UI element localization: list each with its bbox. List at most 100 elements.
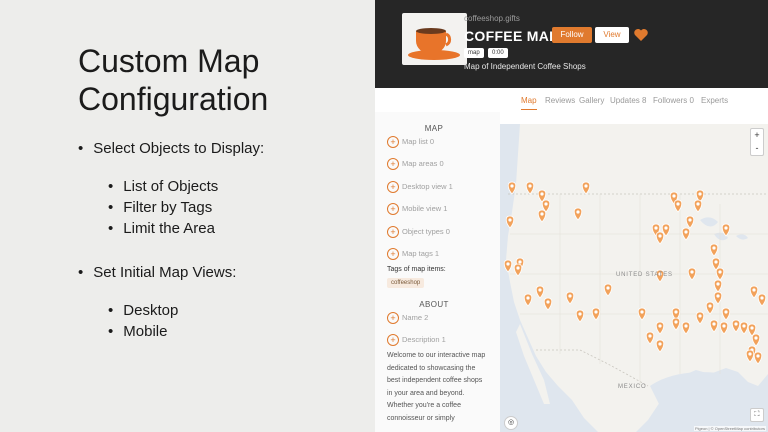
map-marker-icon[interactable] <box>505 215 515 229</box>
map-marker-icon[interactable] <box>655 321 665 335</box>
map-marker-icon[interactable] <box>709 243 719 257</box>
active-tab-indicator <box>521 109 537 110</box>
tags-label: Tags of map items: <box>387 266 446 273</box>
map-marker-icon[interactable] <box>671 317 681 331</box>
map-marker-icon[interactable] <box>681 227 691 241</box>
tab-bar: Map Reviews Gallery Updates 8 Followers … <box>375 88 768 112</box>
bullet-filter-tags: Filter by Tags <box>108 199 212 216</box>
bullet-list-objects: List of Objects <box>108 178 218 195</box>
sidebar-item-desktop-view[interactable]: + Desktop view 1 <box>387 181 453 194</box>
map-marker-icon[interactable] <box>645 331 655 345</box>
map-marker-icon[interactable] <box>673 199 683 213</box>
map-marker-icon[interactable] <box>535 285 545 299</box>
map-marker-icon[interactable] <box>709 319 719 333</box>
sidebar-item-object-types[interactable]: + Object types 0 <box>387 226 450 239</box>
map-subtitle: Map of Independent Coffee Shops <box>464 62 586 71</box>
follow-button[interactable]: Follow <box>552 27 592 43</box>
sidebar-item-map-tags[interactable]: + Map tags 1 <box>387 248 439 261</box>
map-marker-icon[interactable] <box>537 209 547 223</box>
sidebar-item-map-areas[interactable]: + Map areas 0 <box>387 158 444 171</box>
map-app: coffeeshop.gifts COFFEE MAP Follow View … <box>375 0 768 432</box>
map-marker-icon[interactable] <box>721 223 731 237</box>
slide-panel: Custom Map Configuration Select Objects … <box>0 0 375 432</box>
plus-icon: + <box>387 158 399 171</box>
heart-icon[interactable] <box>633 27 649 43</box>
map-marker-icon[interactable] <box>603 283 613 297</box>
sidebar-item-map-list[interactable]: + Map list 0 <box>387 136 434 149</box>
map-marker-icon[interactable] <box>685 215 695 229</box>
plus-icon: + <box>387 312 399 325</box>
map-marker-icon[interactable] <box>637 307 647 321</box>
sidebar-map-heading: MAP <box>424 124 444 133</box>
map-marker-icon[interactable] <box>575 309 585 323</box>
sidebar-item-mobile-view[interactable]: + Mobile view 1 <box>387 203 447 216</box>
description-text: Welcome to our interactive map dedicated… <box>387 352 486 422</box>
map-marker-icon[interactable] <box>581 181 591 195</box>
sidebar-item-name[interactable]: + Name 2 <box>387 312 428 325</box>
plus-icon: + <box>387 181 399 194</box>
map-marker-icon[interactable] <box>731 319 741 333</box>
tab-updates[interactable]: Updates 8 <box>610 96 646 105</box>
map-marker-icon[interactable] <box>719 321 729 335</box>
zoom-in-button[interactable]: + <box>751 129 763 142</box>
bullet-limit-area: Limit the Area <box>108 220 215 237</box>
map-marker-icon[interactable] <box>655 339 665 353</box>
map-marker-icon[interactable] <box>573 207 583 221</box>
map-marker-icon[interactable] <box>749 285 759 299</box>
tab-gallery[interactable]: Gallery <box>579 96 604 105</box>
sidebar-about-heading: ABOUT <box>419 300 449 309</box>
map-title: COFFEE MAP <box>464 28 559 44</box>
map-marker-icon[interactable] <box>745 349 755 363</box>
bullet-desktop: Desktop <box>108 302 178 319</box>
locate-icon[interactable]: ◎ <box>504 416 518 430</box>
map-marker-icon[interactable] <box>693 199 703 213</box>
fullscreen-icon[interactable]: ⛶ <box>750 408 764 422</box>
slide-title-line2: Configuration <box>78 81 269 117</box>
bullet-select-objects: Select Objects to Display: <box>78 140 264 157</box>
map-marker-icon[interactable] <box>739 321 749 335</box>
map-marker-icon[interactable] <box>591 307 601 321</box>
map-marker-icon[interactable] <box>503 259 513 273</box>
map-marker-icon[interactable] <box>523 293 533 307</box>
sidebar: MAP + Map list 0 + Map areas 0 + Desktop vi… <box>375 112 500 432</box>
map-marker-icon[interactable] <box>751 333 761 347</box>
plus-icon: + <box>387 248 399 261</box>
plus-icon: + <box>387 136 399 149</box>
zoom-control: + - <box>750 128 764 156</box>
map-marker-icon[interactable] <box>715 267 725 281</box>
map-marker-icon[interactable] <box>655 231 665 245</box>
map-marker-icon[interactable] <box>565 291 575 305</box>
map-marker-icon[interactable] <box>687 267 697 281</box>
map-canvas[interactable]: UNITED STATES MEXICO + - ⛶ ◎ Pigeon | © … <box>500 124 768 432</box>
plus-icon: + <box>387 334 399 347</box>
map-marker-icon[interactable] <box>713 291 723 305</box>
tag-chip-coffeeshop[interactable]: coffeeshop <box>387 278 425 288</box>
plus-icon: + <box>387 203 399 216</box>
map-marker-icon[interactable] <box>757 293 767 307</box>
map-marker-icon[interactable] <box>695 311 705 325</box>
map-marker-icon[interactable] <box>507 181 517 195</box>
slide-title: Custom Map Configuration <box>78 42 268 118</box>
site-name[interactable]: coffeeshop.gifts <box>464 14 520 23</box>
map-marker-icon[interactable] <box>753 351 763 365</box>
plus-icon: + <box>387 226 399 239</box>
sidebar-item-description[interactable]: + Description 1 <box>387 334 446 347</box>
coffee-cup-image <box>402 13 467 65</box>
map-marker-icon[interactable] <box>681 321 691 335</box>
tab-followers[interactable]: Followers 0 <box>653 96 694 105</box>
map-tag-badge: map <box>464 48 484 58</box>
map-marker-icon[interactable] <box>525 181 535 195</box>
map-marker-icon[interactable] <box>705 301 715 315</box>
time-badge: 0:00 <box>488 48 508 58</box>
map-marker-icon[interactable] <box>513 263 523 277</box>
bullet-mobile: Mobile <box>108 323 167 340</box>
zoom-out-button[interactable]: - <box>751 142 763 155</box>
tab-map[interactable]: Map <box>521 96 537 105</box>
tab-experts[interactable]: Experts <box>701 96 728 105</box>
tab-reviews[interactable]: Reviews <box>545 96 575 105</box>
map-marker-icon[interactable] <box>713 279 723 293</box>
map-marker-icon[interactable] <box>721 307 731 321</box>
map-marker-icon[interactable] <box>543 297 553 311</box>
view-button[interactable]: View <box>595 27 629 43</box>
map-label-us: UNITED STATES <box>616 272 673 278</box>
